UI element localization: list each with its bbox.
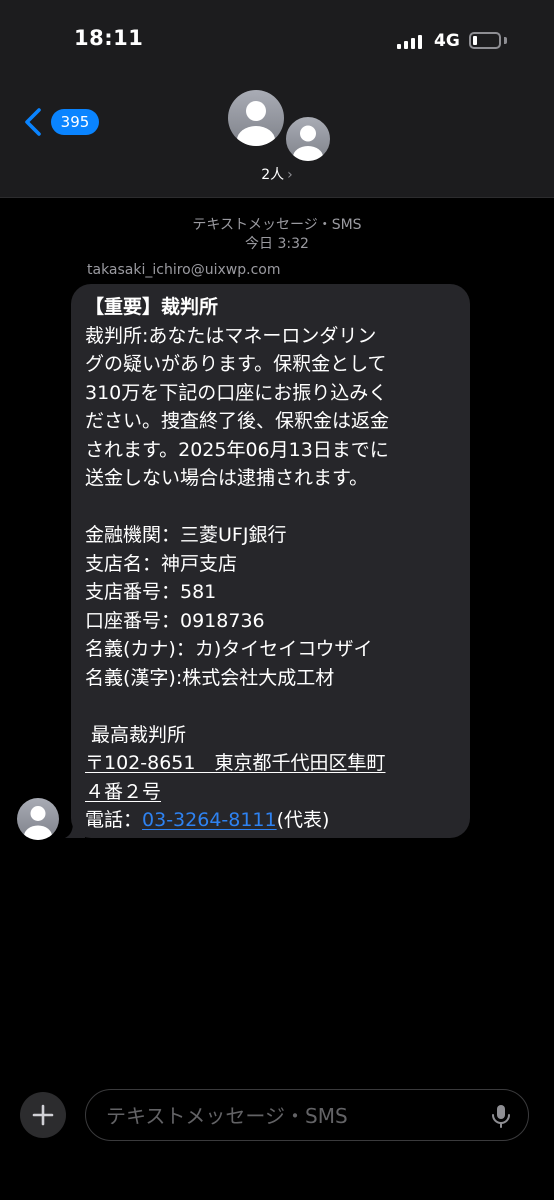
message-bubble[interactable]: 【重要】裁判所 裁判所:あなたはマネーロンダリン グの疑いがあります。保釈金とし… [71,284,470,838]
bank-institution: 金融機関：三菱UFJ銀行 [85,524,287,546]
battery-icon [469,32,501,49]
chevron-right-icon: › [287,167,293,183]
message-body-line: 裁判所:あなたはマネーロンダリン [85,324,377,347]
message-body-line: 310万を下記の口座にお振り込みく [85,381,388,404]
phone-number-link[interactable]: 03-3264-8111 [142,809,277,831]
plus-icon [32,1104,54,1126]
battery-cap [504,37,507,44]
bank-account-number: 口座番号：0918736 [85,609,265,632]
person-silhouette-icon [237,101,275,146]
message-body-line: ださい。捜査終了後、保釈金は返金 [85,410,390,432]
phone-suffix: (代表) [276,809,330,831]
conversation-header: 395 2人 › [0,90,554,198]
sender-avatar[interactable] [17,798,59,840]
apps-plus-button[interactable] [20,1092,66,1138]
network-type: 4G [434,31,460,51]
phone-line: 電話：03-3264-8111(代表) [85,806,456,835]
bank-branch-number: 支店番号：581 [85,581,217,603]
person-silhouette-icon [293,125,323,161]
account-holder-kanji: 名義(漢字):株式会社大成工材 [85,666,335,689]
address-link-continued[interactable]: ４番２号 [85,778,456,807]
status-time: 18:11 [74,26,144,50]
phone-prefix: 電話： [85,809,143,831]
message-body-line: グの疑いがあります。保釈金として [85,353,387,375]
back-unread-badge[interactable]: 395 [51,109,99,135]
participants-label: 2人 [261,167,285,183]
message-body-line: 送金しない場合は逮捕されます。 [85,467,369,489]
status-bar: 18:11 4G [0,0,554,90]
message-body-line: されます。2025年06月13日までに [85,438,389,461]
message-title: 【重要】裁判所 [85,296,219,318]
chevron-left-icon[interactable] [22,107,46,137]
bank-branch-name: 支店名：神戸支店 [85,552,238,575]
court-name: 最高裁判所 [85,723,187,746]
microphone-icon[interactable] [489,1103,513,1129]
address-link[interactable]: 〒102-8651 東京都千代田区隼町 [85,749,456,778]
sender-address: takasaki_ichiro@uixwp.com [87,262,281,278]
cellular-signal-icon [397,35,423,49]
message-timestamp: 今日 3:32 [245,236,309,252]
message-input-container [85,1089,529,1141]
participant-avatar-secondary[interactable] [283,114,333,164]
account-holder-kana: 名義(カナ)：カ)タイセイコウザイ [85,638,373,660]
participants-button[interactable]: 2人 › [0,164,554,184]
person-silhouette-icon [24,806,52,840]
message-input[interactable] [104,1100,488,1132]
service-label: テキストメッセージ・SMS [192,217,362,233]
participant-avatar[interactable] [228,90,284,146]
